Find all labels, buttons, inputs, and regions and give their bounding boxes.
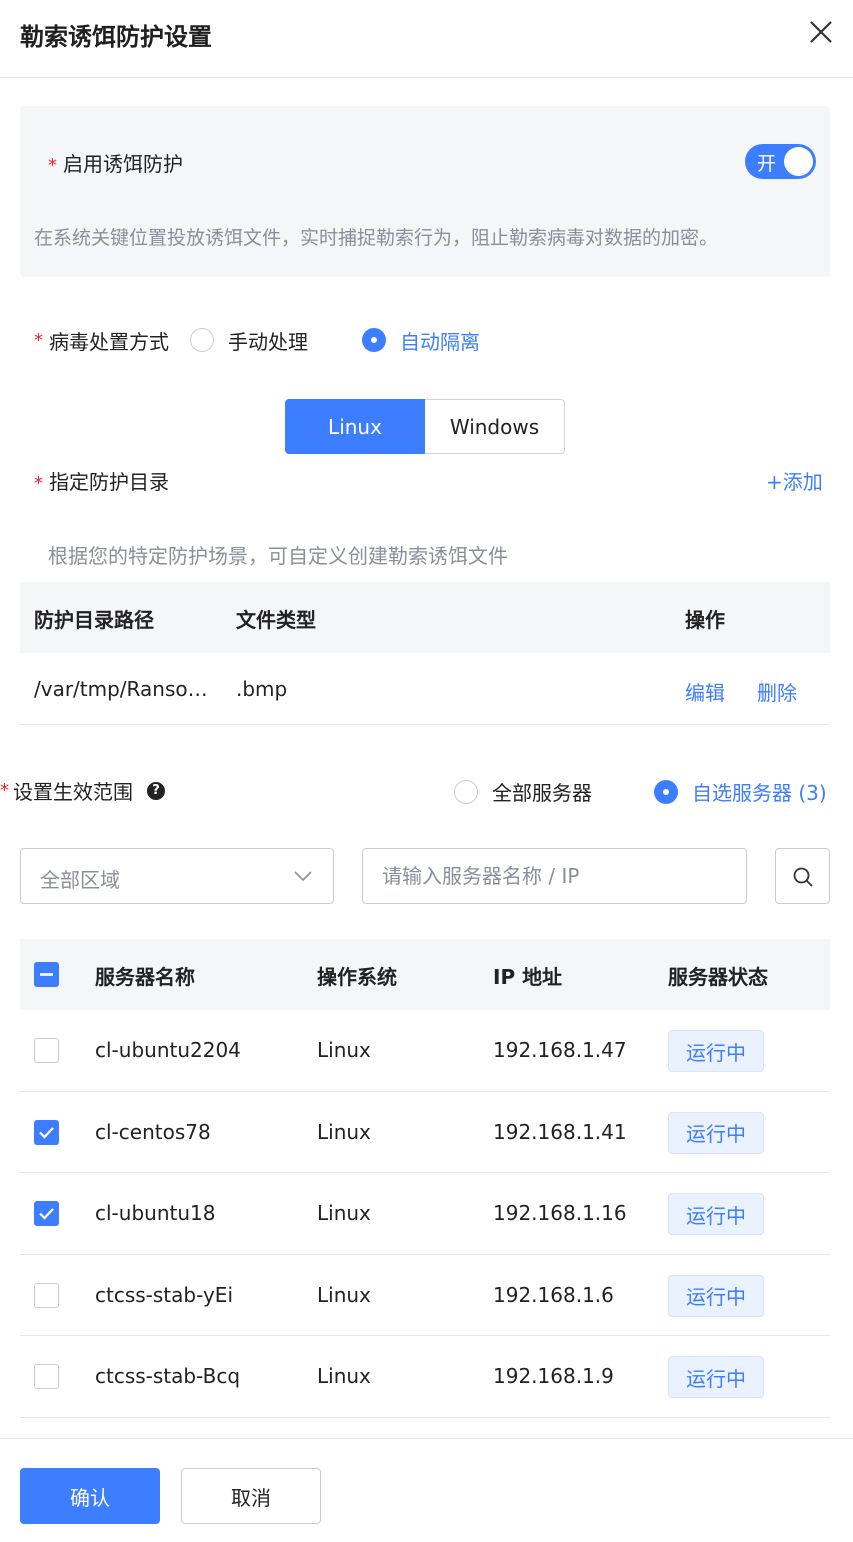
- server-ip: 192.168.1.41: [493, 1119, 627, 1144]
- add-directory-link[interactable]: +添加: [766, 466, 823, 495]
- region-select-value: 全部区域: [40, 868, 120, 892]
- column-header-type: 文件类型: [236, 608, 316, 632]
- server-table-header: 服务器名称 操作系统 IP 地址 服务器状态: [20, 939, 830, 1010]
- column-header-os: 操作系统: [317, 965, 397, 989]
- confirm-button[interactable]: 确认: [20, 1468, 160, 1524]
- delete-link[interactable]: 删除: [757, 677, 797, 706]
- switch-knob: [784, 147, 813, 176]
- server-ip: 192.168.1.9: [493, 1364, 614, 1388]
- radio-all-servers[interactable]: 全部服务器: [454, 777, 592, 806]
- status-badge: 运行中: [668, 1030, 764, 1072]
- close-icon[interactable]: [806, 17, 836, 47]
- column-header-name: 服务器名称: [95, 965, 195, 989]
- directory-field-label: * 指定防护目录: [34, 466, 169, 495]
- row-checkbox-checked[interactable]: [34, 1201, 59, 1226]
- required-mark: *: [0, 780, 9, 801]
- server-os: Linux: [317, 1282, 371, 1307]
- radio-auto-isolate-label: 自动隔离: [400, 329, 480, 354]
- search-button[interactable]: [775, 848, 830, 904]
- server-search-input[interactable]: [362, 848, 747, 904]
- column-header-ip: IP 地址: [493, 965, 563, 989]
- table-row: ctcss-stab-Bcq Linux 192.168.1.9 运行中: [20, 1336, 830, 1418]
- search-icon: [793, 867, 813, 887]
- column-header-status: 服务器状态: [668, 965, 768, 989]
- required-mark: *: [34, 329, 43, 351]
- directory-hint: 根据您的特定防护场景，可自定义创建勒索诱饵文件: [48, 544, 508, 568]
- required-mark: *: [48, 155, 57, 176]
- dialog-header: 勒索诱饵防护设置: [0, 0, 853, 78]
- server-ip: 192.168.1.6: [493, 1282, 614, 1307]
- enable-panel: * 启用诱饵防护 开 在系统关键位置投放诱饵文件，实时捕捉勒索行为，阻止勒索病毒对…: [20, 106, 830, 277]
- cancel-button[interactable]: 取消: [181, 1468, 321, 1524]
- directory-path: /var/tmp/Ranso…: [34, 677, 208, 701]
- scope-row: * 设置生效范围 ? 全部服务器 自选服务器 (3): [0, 772, 853, 806]
- radio-circle-selected: [362, 328, 386, 352]
- table-row: cl-ubuntu2204 Linux 192.168.1.47 运行中: [20, 1010, 830, 1092]
- server-ip: 192.168.1.16: [493, 1201, 627, 1225]
- file-type: .bmp: [236, 677, 288, 701]
- radio-manual-label: 手动处理: [228, 329, 308, 354]
- dialog-footer: 确认 取消: [0, 1438, 853, 1542]
- radio-all-servers-label: 全部服务器: [492, 781, 592, 805]
- server-ip: 192.168.1.47: [493, 1038, 627, 1062]
- status-badge: 运行中: [668, 1274, 764, 1317]
- virus-handling-row: * 病毒处置方式 手动处理 自动隔离: [34, 323, 480, 357]
- server-name: cl-centos78: [95, 1119, 211, 1144]
- server-name: cl-ubuntu2204: [95, 1038, 241, 1062]
- check-icon: [39, 1126, 54, 1139]
- edit-link[interactable]: 编辑: [685, 677, 725, 706]
- row-checkbox-checked[interactable]: [34, 1119, 59, 1145]
- server-os: Linux: [317, 1201, 371, 1225]
- server-table: 服务器名称 操作系统 IP 地址 服务器状态 cl-ubuntu2204 Lin…: [20, 939, 830, 1438]
- table-row: /var/tmp/Ranso… .bmp 编辑 删除: [20, 653, 830, 725]
- radio-auto-isolate[interactable]: 自动隔离: [362, 326, 480, 355]
- status-badge: 运行中: [668, 1356, 764, 1398]
- server-os: Linux: [317, 1038, 371, 1062]
- switch-text: 开: [757, 153, 777, 175]
- table-row: ctcss-stab-yEi Linux 192.168.1.6 运行中: [20, 1255, 830, 1336]
- directory-label-text: 指定防护目录: [49, 470, 169, 494]
- radio-circle: [454, 779, 478, 804]
- radio-circle-selected: [654, 779, 678, 804]
- check-icon: [39, 1208, 54, 1220]
- radio-manual[interactable]: 手动处理: [190, 326, 308, 355]
- server-name: cl-ubuntu18: [95, 1201, 216, 1225]
- tab-windows[interactable]: Windows: [425, 399, 565, 454]
- question-circle-icon[interactable]: ?: [147, 781, 165, 800]
- required-mark: *: [34, 473, 43, 494]
- tab-linux[interactable]: Linux: [285, 399, 425, 454]
- status-badge: 运行中: [668, 1193, 764, 1235]
- chevron-down-icon: [294, 871, 312, 882]
- enable-label-text: 启用诱饵防护: [63, 152, 183, 176]
- row-checkbox[interactable]: [34, 1364, 59, 1389]
- region-select[interactable]: 全部区域: [20, 848, 334, 904]
- server-name: ctcss-stab-Bcq: [95, 1364, 241, 1388]
- radio-selected-servers-label: 自选服务器 (3): [692, 781, 827, 805]
- server-os: Linux: [317, 1364, 371, 1388]
- select-all-checkbox[interactable]: [34, 962, 59, 987]
- status-badge: 运行中: [668, 1111, 764, 1154]
- row-checkbox[interactable]: [34, 1038, 59, 1063]
- enable-switch[interactable]: 开: [745, 144, 816, 179]
- dialog-title: 勒索诱饵防护设置: [20, 23, 212, 51]
- scope-label-text: 设置生效范围: [13, 780, 133, 804]
- row-checkbox[interactable]: [34, 1282, 59, 1308]
- column-header-path: 防护目录路径: [34, 608, 154, 632]
- radio-circle: [190, 328, 214, 352]
- column-header-action: 操作: [685, 608, 725, 632]
- directory-table: 防护目录路径 文件类型 操作 /var/tmp/Ranso… .bmp 编辑 删…: [20, 582, 830, 725]
- enable-field-label: * 启用诱饵防护: [48, 148, 183, 177]
- os-tabs: Linux Windows: [285, 399, 565, 454]
- scope-field-label: * 设置生效范围 ?: [0, 776, 165, 805]
- table-row: cl-centos78 Linux 192.168.1.41 运行中: [20, 1092, 830, 1173]
- directory-table-header: 防护目录路径 文件类型 操作: [20, 582, 830, 653]
- server-name: ctcss-stab-yEi: [95, 1282, 233, 1307]
- table-row: cl-ubuntu18 Linux 192.168.1.16 运行中: [20, 1173, 830, 1255]
- radio-selected-servers[interactable]: 自选服务器 (3): [654, 777, 827, 806]
- enable-description: 在系统关键位置投放诱饵文件，实时捕捉勒索行为，阻止勒索病毒对数据的加密。: [34, 227, 719, 249]
- virus-handling-label: 病毒处置方式: [49, 329, 169, 354]
- server-os: Linux: [317, 1119, 371, 1144]
